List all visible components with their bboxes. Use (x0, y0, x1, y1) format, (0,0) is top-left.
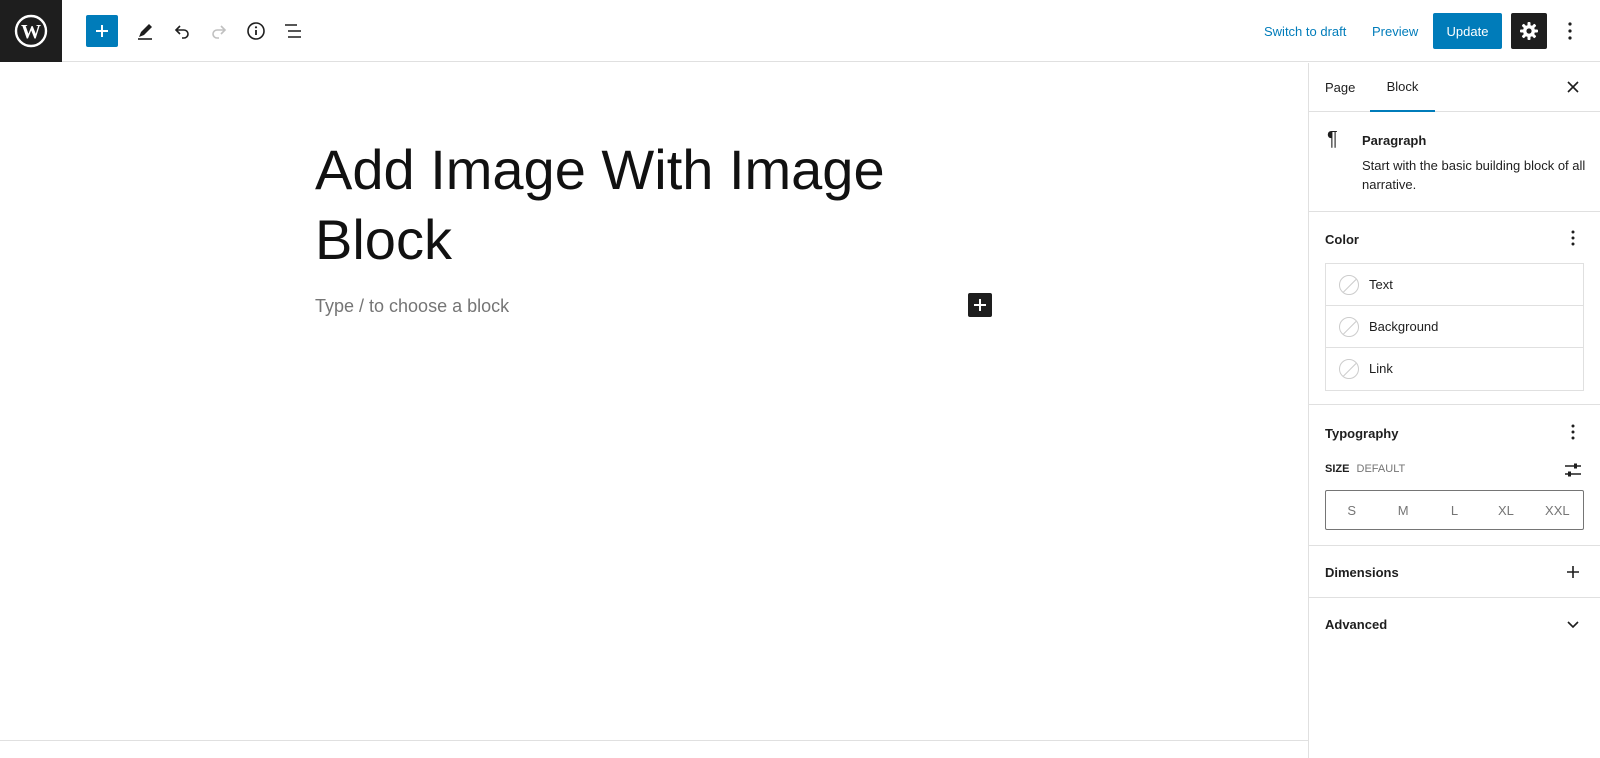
editor-canvas: Add Image With Image Block Type / to cho… (0, 63, 1308, 758)
tab-block[interactable]: Block (1370, 63, 1435, 112)
sliders-icon (1565, 463, 1581, 477)
pencil-icon (138, 24, 152, 40)
color-panel: Color Text Background Link (1309, 212, 1600, 405)
color-list: Text Background Link (1325, 263, 1584, 391)
tools-button[interactable] (129, 15, 161, 47)
close-sidebar-button[interactable] (1561, 75, 1585, 99)
typography-panel: Typography Size Default S M L XL XXL (1309, 405, 1600, 546)
color-item-label: Background (1369, 319, 1439, 334)
color-options-button[interactable] (1561, 226, 1585, 250)
color-item-link[interactable]: Link (1326, 348, 1583, 390)
block-description: Start with the basic building block of a… (1362, 158, 1586, 192)
sidebar-tabs: Page Block (1309, 63, 1600, 112)
dimensions-panel-title: Dimensions (1325, 565, 1399, 580)
empty-color-swatch-icon (1339, 317, 1359, 337)
color-item-label: Text (1369, 277, 1393, 292)
block-name: Paragraph (1362, 133, 1427, 148)
switch-to-draft-button[interactable]: Switch to draft (1264, 24, 1346, 39)
wordpress-logo-button[interactable]: W (0, 0, 62, 62)
editor-footer-divider (0, 740, 1308, 741)
advanced-panel[interactable]: Advanced (1309, 598, 1600, 650)
more-vertical-icon (1568, 22, 1572, 40)
undo-icon (174, 25, 189, 39)
details-button[interactable] (240, 15, 272, 47)
font-size-picker: S M L XL XXL (1325, 490, 1584, 530)
advanced-toggle-button[interactable] (1561, 612, 1585, 636)
dimensions-panel[interactable]: Dimensions (1309, 546, 1600, 598)
update-button[interactable]: Update (1433, 13, 1502, 49)
typography-options-button[interactable] (1561, 420, 1585, 444)
add-block-button[interactable] (86, 15, 118, 47)
font-size-option-l[interactable]: L (1429, 491, 1480, 529)
empty-block-placeholder[interactable]: Type / to choose a block (315, 296, 509, 317)
typography-panel-title: Typography (1325, 426, 1399, 441)
font-size-value: Default (1356, 463, 1406, 475)
paragraph-icon: ¶ (1327, 128, 1338, 150)
chevron-down-icon (1567, 621, 1579, 629)
settings-sidebar: Page Block ¶ Paragraph Start with the ba… (1308, 63, 1600, 758)
editor-header: W Switch to draft Preview Update (0, 0, 1600, 62)
block-card: ¶ Paragraph Start with the basic buildin… (1309, 112, 1600, 212)
font-size-label: Size (1325, 463, 1350, 475)
empty-color-swatch-icon (1339, 275, 1359, 295)
tab-page[interactable]: Page (1325, 63, 1355, 111)
more-vertical-icon (1571, 424, 1575, 440)
close-icon (1567, 81, 1579, 93)
preview-button[interactable]: Preview (1372, 24, 1418, 39)
empty-color-swatch-icon (1339, 359, 1359, 379)
wordpress-logo-icon: W (14, 14, 48, 48)
inline-add-block-button[interactable] (968, 293, 992, 317)
advanced-panel-title: Advanced (1325, 617, 1388, 632)
info-icon (247, 22, 265, 40)
font-size-option-s[interactable]: S (1326, 491, 1377, 529)
redo-icon (212, 25, 227, 39)
plus-icon (1567, 566, 1579, 578)
plus-icon (974, 299, 986, 311)
svg-text:W: W (21, 21, 41, 43)
list-view-button[interactable] (277, 15, 309, 47)
color-item-label: Link (1369, 361, 1393, 376)
dimensions-add-button[interactable] (1561, 560, 1585, 584)
options-button[interactable] (1558, 15, 1582, 47)
post-title[interactable]: Add Image With Image Block (315, 135, 995, 275)
custom-font-size-button[interactable] (1561, 459, 1585, 481)
font-size-option-xxl[interactable]: XXL (1532, 491, 1583, 529)
list-view-icon (285, 24, 301, 38)
font-size-option-xl[interactable]: XL (1480, 491, 1531, 529)
font-size-label-row: Size Default (1325, 463, 1405, 475)
more-vertical-icon (1571, 230, 1575, 246)
font-size-option-m[interactable]: M (1377, 491, 1428, 529)
color-item-text[interactable]: Text (1326, 264, 1583, 306)
color-panel-title: Color (1325, 232, 1359, 247)
undo-button[interactable] (166, 15, 198, 47)
settings-button[interactable] (1511, 13, 1547, 49)
redo-button[interactable] (203, 15, 235, 47)
color-item-background[interactable]: Background (1326, 306, 1583, 348)
plus-icon (96, 25, 108, 37)
gear-icon (1520, 22, 1538, 40)
